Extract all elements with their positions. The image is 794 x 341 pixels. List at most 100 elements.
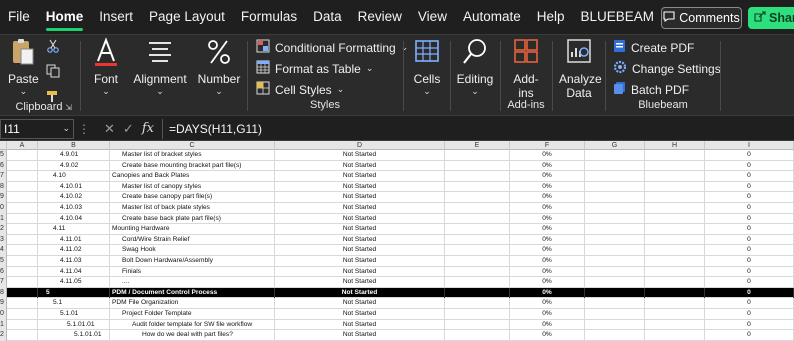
cell-f[interactable]: 0% (510, 203, 585, 213)
cell-b[interactable]: 4.9.01 (38, 150, 110, 160)
cell-a[interactable] (7, 298, 38, 309)
cell-i[interactable]: 0 (705, 160, 794, 171)
row-header[interactable]: 0 (0, 309, 7, 320)
cell-f[interactable]: 0% (510, 181, 585, 192)
batch-pdf-button[interactable]: Batch PDF (613, 81, 689, 98)
conditional-formatting-button[interactable]: Conditional Formatting ⌄ (256, 39, 408, 56)
cell-c[interactable]: Canopies and Back Plates (110, 171, 275, 182)
cell-f[interactable]: 0% (510, 234, 585, 245)
cell-e[interactable] (445, 266, 510, 277)
cell-d[interactable]: Not Started (275, 234, 445, 245)
create-pdf-button[interactable]: Create PDF (613, 39, 694, 56)
cell-c[interactable]: How do we deal with part files? (110, 330, 275, 341)
cell-i[interactable]: 0 (705, 256, 794, 266)
cell-c[interactable]: .... (110, 277, 275, 288)
column-header-h[interactable]: H (645, 141, 705, 150)
cell-a[interactable] (7, 160, 38, 171)
column-header-e[interactable]: E (445, 141, 510, 150)
cell-a[interactable] (7, 171, 38, 182)
row-header[interactable]: 1 (0, 319, 7, 331)
cell-g[interactable] (585, 192, 645, 203)
cell-h[interactable] (645, 266, 705, 277)
cell-c[interactable]: Cord/Wire Strain Relief (110, 234, 275, 245)
cell-d[interactable]: Not Started (275, 319, 445, 330)
cell-i[interactable]: 0 (705, 298, 794, 309)
cancel-icon[interactable]: ✕ (104, 121, 115, 137)
cell-h[interactable] (645, 203, 705, 213)
cell-c[interactable]: Swag Hook (110, 245, 275, 256)
cell-f[interactable]: 0% (510, 256, 585, 266)
cell-i[interactable]: 0 (705, 181, 794, 192)
cell-g[interactable] (585, 160, 645, 171)
cell-d[interactable]: Not Started (275, 277, 445, 288)
cell-h[interactable] (645, 150, 705, 160)
row-header[interactable]: 1 (0, 213, 7, 225)
cell-b[interactable]: 4.11.05 (38, 277, 110, 288)
cell-e[interactable] (445, 150, 510, 160)
cell-c[interactable]: Master list of canopy styles (110, 181, 275, 192)
formula-input[interactable]: =DAYS(H11,G11) (161, 118, 794, 139)
cell-b[interactable]: 4.10.04 (38, 213, 110, 224)
cell-a[interactable] (7, 192, 38, 203)
cell-h[interactable] (645, 213, 705, 224)
cell-h[interactable] (645, 319, 705, 330)
column-header-f[interactable]: F (510, 141, 585, 150)
cell-h[interactable] (645, 192, 705, 203)
cell-c[interactable]: Audit folder template for SW file workfl… (110, 319, 275, 330)
row-header[interactable]: 4 (0, 245, 7, 256)
cell-h[interactable] (645, 234, 705, 245)
cell-g[interactable] (585, 319, 645, 330)
cell-d[interactable]: Not Started (275, 266, 445, 277)
cell-i[interactable]: 0 (705, 171, 794, 182)
cell-g[interactable] (585, 150, 645, 160)
cell-e[interactable] (445, 203, 510, 213)
cell-g[interactable] (585, 245, 645, 256)
confirm-icon[interactable]: ✓ (123, 121, 134, 137)
cell-h[interactable] (645, 287, 705, 298)
cell-b[interactable]: 5.1.01.01 (38, 330, 110, 341)
cell-g[interactable] (585, 309, 645, 319)
paste-button[interactable]: Paste ⌄ (8, 37, 39, 97)
cell-a[interactable] (7, 150, 38, 160)
row-header[interactable]: 9 (0, 192, 7, 203)
cell-g[interactable] (585, 203, 645, 213)
cell-e[interactable] (445, 319, 510, 330)
cell-g[interactable] (585, 256, 645, 266)
cell-i[interactable]: 0 (705, 266, 794, 277)
cell-i[interactable]: 0 (705, 203, 794, 213)
cell-b[interactable]: 4.11.04 (38, 266, 110, 277)
more-icon[interactable]: ⋮ (78, 122, 90, 136)
cell-g[interactable] (585, 181, 645, 192)
cell-b[interactable]: 5.1.01 (38, 309, 110, 319)
cell-f[interactable]: 0% (510, 309, 585, 319)
cell-b[interactable]: 4.11.01 (38, 234, 110, 245)
cell-f[interactable]: 0% (510, 319, 585, 330)
cell-b[interactable]: 4.11 (38, 224, 110, 235)
cell-i[interactable]: 0 (705, 224, 794, 235)
cell-i[interactable]: 0 (705, 213, 794, 224)
cell-e[interactable] (445, 277, 510, 288)
row-header[interactable]: 2 (0, 224, 7, 235)
row-header[interactable]: 0 (0, 203, 7, 214)
cell-h[interactable] (645, 181, 705, 192)
cell-e[interactable] (445, 171, 510, 182)
column-header-c[interactable]: C (110, 141, 275, 150)
cell-f[interactable]: 0% (510, 192, 585, 203)
cell-f[interactable]: 0% (510, 245, 585, 256)
cell-a[interactable] (7, 309, 38, 319)
cell-g[interactable] (585, 287, 645, 298)
cell-f[interactable]: 0% (510, 287, 585, 298)
cell-f[interactable]: 0% (510, 150, 585, 160)
column-header-i[interactable]: I (705, 141, 794, 150)
menu-item-page-layout[interactable]: Page Layout (141, 0, 233, 34)
cell-f[interactable]: 0% (510, 213, 585, 224)
cell-c[interactable]: Bolt Down Hardware/Assembly (110, 256, 275, 266)
chevron-down-icon[interactable]: ⌄ (62, 123, 70, 134)
menu-item-formulas[interactable]: Formulas (233, 0, 305, 34)
cell-d[interactable]: Not Started (275, 287, 445, 298)
row-header[interactable]: 7 (0, 171, 7, 182)
cell-i[interactable]: 0 (705, 330, 794, 341)
cell-f[interactable]: 0% (510, 160, 585, 171)
cell-i[interactable]: 0 (705, 150, 794, 160)
menu-item-bluebeam[interactable]: BLUEBEAM (573, 0, 663, 34)
